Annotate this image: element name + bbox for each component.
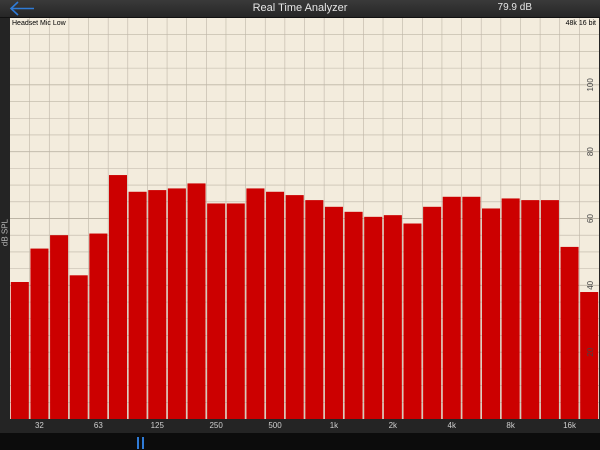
bar-band-19 bbox=[364, 216, 383, 419]
format-label: 48k 16 bit bbox=[566, 20, 596, 27]
pause-button[interactable] bbox=[137, 437, 146, 449]
x-tick-label: 4k bbox=[448, 421, 457, 430]
bar-band-15 bbox=[285, 195, 304, 419]
bar-band-11 bbox=[207, 203, 226, 419]
x-tick-label: 500 bbox=[268, 421, 282, 430]
x-tick-label: 63 bbox=[94, 421, 103, 430]
bar-band-4 bbox=[69, 275, 88, 419]
y-tick-label: 100 bbox=[586, 78, 595, 92]
x-tick-label: 250 bbox=[209, 421, 223, 430]
bar-band-18 bbox=[344, 211, 363, 419]
bar-band-14 bbox=[266, 191, 285, 419]
bar-band-13 bbox=[246, 188, 265, 419]
x-tick-label: 32 bbox=[35, 421, 44, 430]
x-tick-label: 8k bbox=[506, 421, 515, 430]
x-tick-label: 125 bbox=[151, 421, 165, 430]
x-tick-label: 1k bbox=[330, 421, 339, 430]
bottom-toolbar bbox=[0, 433, 600, 450]
bar-band-10 bbox=[187, 183, 206, 419]
bar-band-8 bbox=[148, 190, 167, 419]
bar-band-29 bbox=[560, 246, 579, 419]
bar-band-22 bbox=[423, 206, 442, 419]
bar-band-26 bbox=[501, 198, 520, 419]
pause-icon-left bbox=[137, 437, 139, 449]
bar-band-3 bbox=[50, 235, 69, 419]
bar-band-17 bbox=[324, 206, 343, 419]
bar-band-27 bbox=[521, 200, 540, 419]
y-tick-label: 60 bbox=[586, 214, 595, 223]
bar-band-12 bbox=[226, 203, 245, 419]
input-label: Headset Mic Low bbox=[12, 20, 67, 27]
y-tick-label: 40 bbox=[586, 280, 595, 289]
bar-band-24 bbox=[462, 196, 481, 419]
pause-icon-right bbox=[142, 437, 144, 449]
bar-band-28 bbox=[540, 200, 559, 419]
x-tick-label: 16k bbox=[563, 421, 577, 430]
bar-band-20 bbox=[383, 215, 402, 419]
bar-band-5 bbox=[89, 233, 108, 419]
x-tick-label: 2k bbox=[389, 421, 398, 430]
bar-band-21 bbox=[403, 223, 422, 419]
bar-band-23 bbox=[442, 196, 461, 419]
bar-band-7 bbox=[128, 191, 147, 419]
y-tick-label: 80 bbox=[586, 147, 595, 156]
bar-band-25 bbox=[482, 208, 501, 419]
bar-band-16 bbox=[305, 200, 324, 419]
rta-chart: 20 40 60 80 100 32 63 125 250 500 1k 2k 4k 8k 16k Head… bbox=[0, 18, 600, 433]
bar-band-2 bbox=[30, 248, 49, 419]
bar-band-1 bbox=[10, 281, 29, 419]
bar-band-9 bbox=[167, 188, 186, 419]
y-tick-label: 20 bbox=[586, 347, 595, 356]
bar-band-6 bbox=[108, 175, 127, 419]
